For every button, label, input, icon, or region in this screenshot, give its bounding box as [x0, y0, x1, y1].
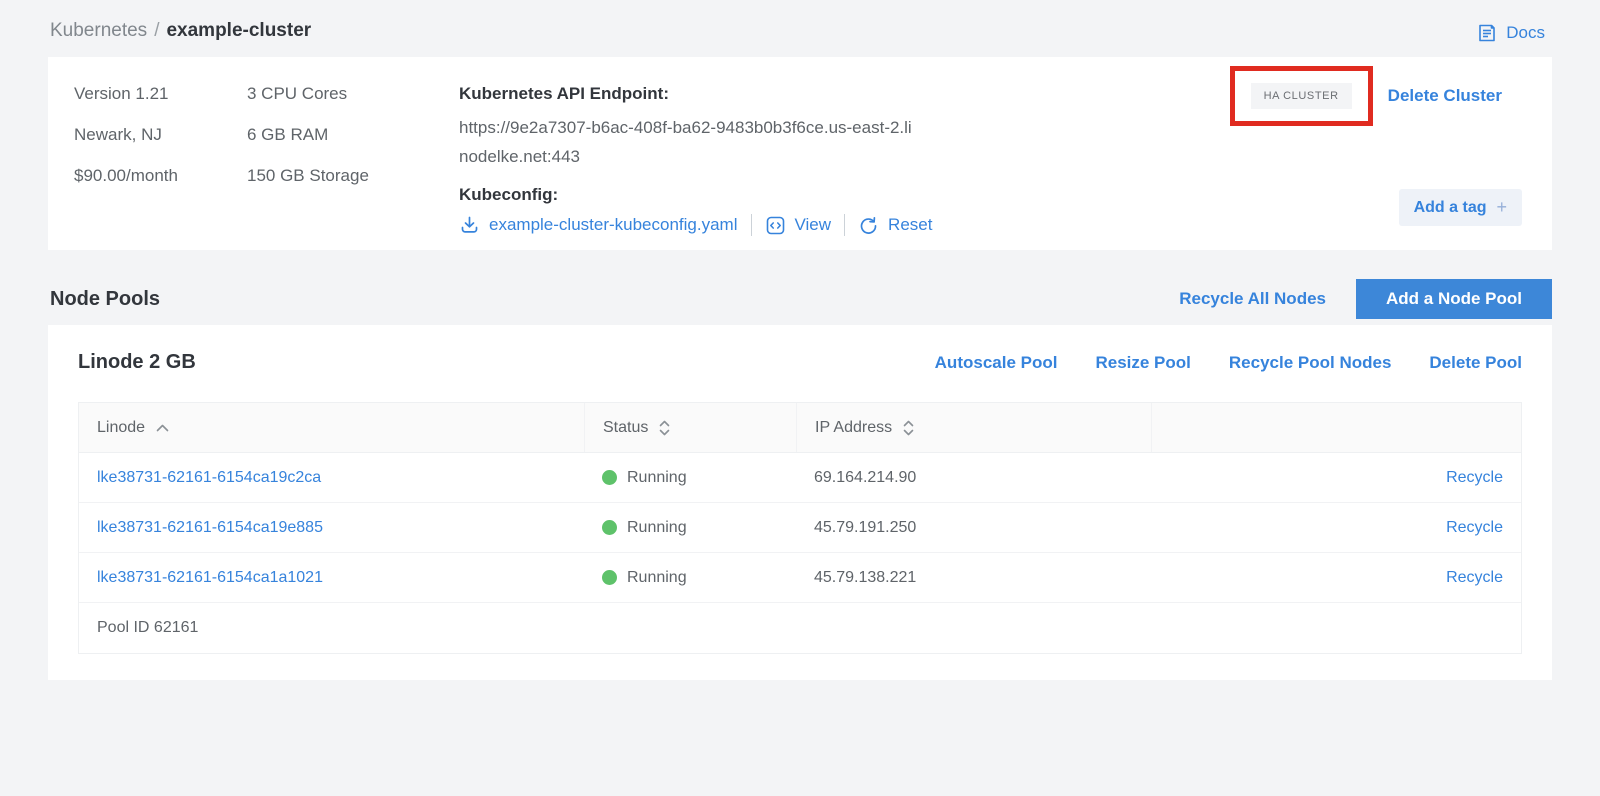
node-link[interactable]: lke38731-62161-6154ca19c2ca	[79, 469, 584, 487]
docs-link[interactable]: Docs	[1476, 22, 1545, 44]
cluster-price: $90.00/month	[74, 166, 247, 186]
kubeconfig-label: Kubeconfig:	[459, 185, 939, 205]
kubeconfig-view-label: View	[795, 215, 832, 235]
column-header-status[interactable]: Status	[584, 403, 796, 452]
ha-cluster-badge: HA CLUSTER	[1251, 83, 1352, 109]
cluster-version: Version 1.21	[74, 84, 247, 104]
column-header-linode[interactable]: Linode	[79, 403, 584, 452]
table-row: lke38731-62161-6154ca1a1021 Running 45.7…	[79, 553, 1521, 603]
cluster-specs-column-1: Version 1.21 Newark, NJ $90.00/month	[74, 84, 247, 236]
docs-icon	[1476, 22, 1498, 44]
column-header-actions	[1151, 403, 1521, 452]
node-status-cell: Running	[584, 469, 796, 487]
column-label-status: Status	[603, 419, 648, 437]
cluster-storage: 150 GB Storage	[247, 166, 459, 186]
kubeconfig-download-link[interactable]: example-cluster-kubeconfig.yaml	[459, 215, 738, 236]
kubeconfig-reset-label: Reset	[888, 215, 932, 235]
nodes-table: Linode Status	[78, 402, 1522, 654]
divider	[844, 214, 845, 236]
api-endpoint-section: Kubernetes API Endpoint: https://9e2a730…	[459, 84, 939, 236]
sort-both-icon	[902, 419, 915, 437]
sort-ascending-icon	[155, 423, 170, 433]
add-node-pool-button[interactable]: Add a Node Pool	[1356, 279, 1552, 319]
column-label-linode: Linode	[97, 419, 145, 437]
table-row: lke38731-62161-6154ca19c2ca Running 69.1…	[79, 453, 1521, 503]
recycle-pool-nodes-button[interactable]: Recycle Pool Nodes	[1229, 353, 1392, 373]
download-icon	[459, 215, 480, 236]
node-pools-actions: Recycle All Nodes Add a Node Pool	[1179, 279, 1552, 319]
node-pool-card: Linode 2 GB Autoscale Pool Resize Pool R…	[48, 325, 1552, 680]
status-running-icon	[602, 520, 617, 535]
autoscale-pool-button[interactable]: Autoscale Pool	[935, 353, 1058, 373]
node-action-cell: Recycle	[1151, 469, 1521, 487]
docs-label: Docs	[1506, 23, 1545, 43]
breadcrumb-separator: /	[154, 20, 159, 41]
cluster-cpu: 3 CPU Cores	[247, 84, 459, 104]
cluster-ram: 6 GB RAM	[247, 125, 459, 145]
table-row: lke38731-62161-6154ca19e885 Running 45.7…	[79, 503, 1521, 553]
code-view-icon	[765, 215, 786, 236]
node-action-cell: Recycle	[1151, 519, 1521, 537]
node-status-cell: Running	[584, 519, 796, 537]
column-label-ip-address: IP Address	[815, 419, 892, 437]
node-status-cell: Running	[584, 569, 796, 587]
cluster-specs-column-2: 3 CPU Cores 6 GB RAM 150 GB Storage	[247, 84, 459, 236]
kubeconfig-view-link[interactable]: View	[765, 215, 832, 236]
recycle-node-button[interactable]: Recycle	[1446, 519, 1503, 536]
pool-name: Linode 2 GB	[78, 351, 196, 374]
breadcrumb-cluster-name: example-cluster	[166, 20, 311, 41]
nodes-table-header: Linode Status	[79, 403, 1521, 453]
add-tag-label: Add a tag	[1414, 199, 1487, 217]
node-ip: 45.79.191.250	[796, 519, 1151, 537]
node-ip: 45.79.138.221	[796, 569, 1151, 587]
annotation-highlight-box: HA CLUSTER	[1230, 66, 1373, 126]
kubeconfig-actions-row: example-cluster-kubeconfig.yaml View	[459, 214, 939, 236]
sort-both-icon	[658, 419, 671, 437]
node-link[interactable]: lke38731-62161-6154ca19e885	[79, 519, 584, 537]
kubeconfig-reset-link[interactable]: Reset	[858, 215, 932, 236]
api-endpoint-label: Kubernetes API Endpoint:	[459, 84, 939, 104]
kubernetes-cluster-detail-page: Kubernetes / example-cluster Docs Version …	[0, 0, 1600, 796]
cluster-summary-card: Version 1.21 Newark, NJ $90.00/month 3 C…	[48, 57, 1552, 250]
resize-pool-button[interactable]: Resize Pool	[1095, 353, 1190, 373]
node-pools-title: Node Pools	[50, 288, 160, 311]
divider	[751, 214, 752, 236]
status-label: Running	[627, 519, 687, 537]
status-label: Running	[627, 469, 687, 487]
kubeconfig-file-name: example-cluster-kubeconfig.yaml	[489, 215, 738, 235]
column-header-ip-address[interactable]: IP Address	[796, 403, 1151, 452]
recycle-node-button[interactable]: Recycle	[1446, 469, 1503, 486]
status-running-icon	[602, 470, 617, 485]
node-pools-header: Node Pools Recycle All Nodes Add a Node …	[48, 279, 1552, 319]
pool-id-row: Pool ID 62161	[79, 603, 1521, 653]
delete-cluster-button[interactable]: Delete Cluster	[1388, 86, 1502, 106]
recycle-node-button[interactable]: Recycle	[1446, 569, 1503, 586]
reset-icon	[858, 215, 879, 236]
cluster-region: Newark, NJ	[74, 125, 247, 145]
api-endpoint-url: https://9e2a7307-b6ac-408f-ba62-9483b0b3…	[459, 113, 914, 171]
node-link[interactable]: lke38731-62161-6154ca1a1021	[79, 569, 584, 587]
summary-right-actions: HA CLUSTER Delete Cluster	[1230, 66, 1502, 126]
pool-card-header: Linode 2 GB Autoscale Pool Resize Pool R…	[48, 325, 1552, 374]
node-ip: 69.164.214.90	[796, 469, 1151, 487]
status-label: Running	[627, 569, 687, 587]
plus-icon: +	[1496, 197, 1507, 218]
breadcrumb-kubernetes-link[interactable]: Kubernetes	[50, 20, 147, 41]
status-running-icon	[602, 570, 617, 585]
node-action-cell: Recycle	[1151, 569, 1521, 587]
add-tag-button[interactable]: Add a tag +	[1399, 189, 1522, 226]
delete-pool-button[interactable]: Delete Pool	[1429, 353, 1522, 373]
breadcrumb: Kubernetes / example-cluster	[50, 20, 311, 42]
recycle-all-nodes-button[interactable]: Recycle All Nodes	[1179, 289, 1326, 309]
pool-action-links: Autoscale Pool Resize Pool Recycle Pool …	[935, 353, 1522, 373]
